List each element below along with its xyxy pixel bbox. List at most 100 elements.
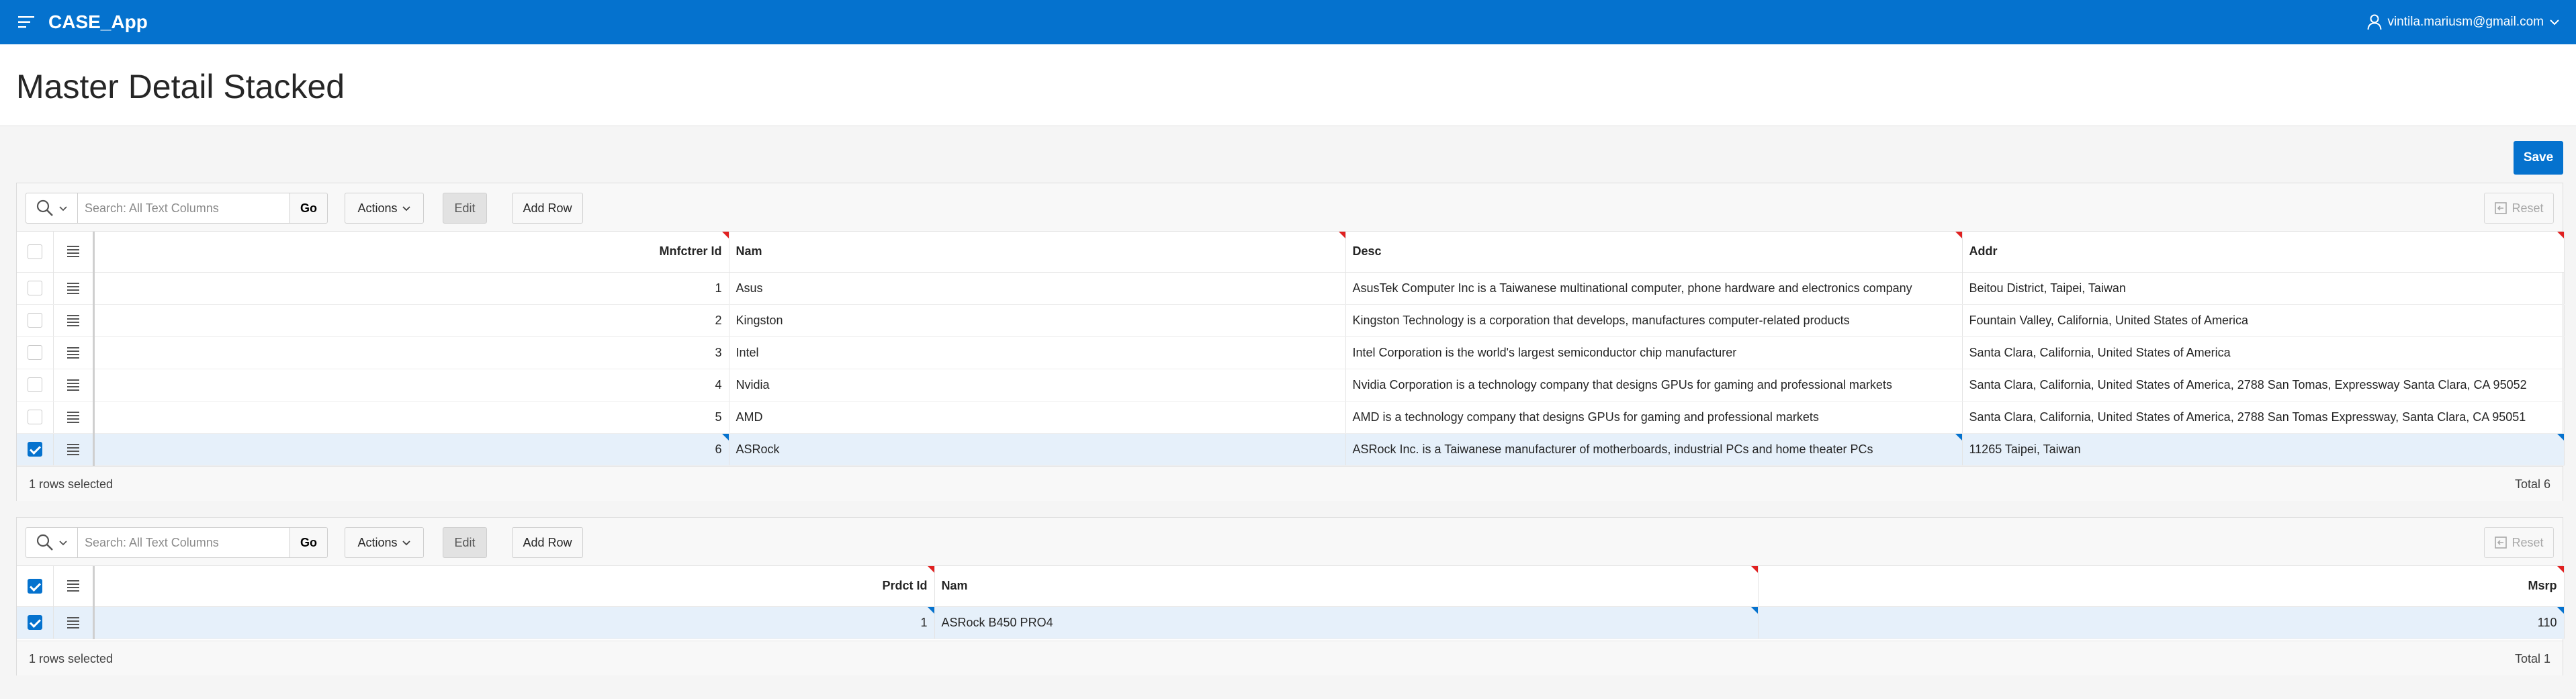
cell-addr[interactable]: 11265 Taipei, Taiwan (1962, 433, 2565, 466)
row-checkbox-checked[interactable] (27, 442, 42, 457)
row-checkbox[interactable] (27, 281, 42, 296)
search-input[interactable] (78, 193, 290, 224)
cell-nam[interactable]: Intel (729, 336, 1346, 369)
column-header[interactable]: Nam (729, 232, 1346, 273)
cell-desc[interactable]: Kingston Technology is a corporation tha… (1345, 304, 1963, 337)
total-count-text: Total 1 (2514, 652, 2550, 665)
cell-addr[interactable]: Santa Clara, California, United States o… (1962, 336, 2565, 369)
actions-button[interactable]: Actions (345, 527, 424, 558)
row-actions-cell (53, 433, 95, 466)
row-actions-menu-icon[interactable] (66, 410, 79, 425)
master-toolbar: Go Actions Edit Add Row Reset (17, 183, 2563, 232)
chevron-down-icon (402, 540, 410, 545)
search-input[interactable] (78, 527, 290, 558)
cell-addr[interactable]: Santa Clara, California, United States o… (1962, 401, 2565, 434)
hamburger-menu-button[interactable] (11, 6, 43, 38)
table-row[interactable]: 1 Asus AsusTek Computer Inc is a Taiwane… (17, 272, 2565, 305)
cell-desc[interactable]: Intel Corporation is the world's largest… (1345, 336, 1963, 369)
cell-id[interactable]: 2 (93, 304, 729, 337)
select-all-checkbox[interactable] (27, 244, 42, 259)
cell-nam[interactable]: Kingston (729, 304, 1346, 337)
total-count-text: Total 6 (2514, 477, 2550, 491)
cell-id[interactable]: 5 (93, 401, 729, 434)
table-row[interactable]: 4 Nvidia Nvidia Corporation is a technol… (17, 369, 2565, 402)
cell-nam[interactable]: Asus (729, 272, 1346, 305)
row-checkbox[interactable] (27, 410, 42, 425)
actions-button[interactable]: Actions (345, 193, 424, 224)
save-button[interactable]: Save (2514, 141, 2563, 175)
user-menu[interactable]: vintila.mariusm@gmail.com (2367, 0, 2560, 44)
cell-addr[interactable]: Santa Clara, California, United States o… (1962, 369, 2565, 402)
app-title[interactable]: CASE_App (48, 11, 148, 33)
row-select-cell (17, 272, 54, 305)
cell-addr[interactable]: Beitou District, Taipei, Taiwan (1962, 272, 2565, 305)
cell-msrp[interactable]: 110 (1758, 606, 2565, 639)
row-actions-menu-icon[interactable] (66, 345, 79, 361)
column-header[interactable]: Mnfctrer Id (93, 232, 729, 273)
chevron-down-icon (402, 205, 410, 211)
edit-button[interactable]: Edit (443, 527, 487, 558)
table-row[interactable]: 3 Intel Intel Corporation is the world's… (17, 336, 2565, 369)
row-actions-cell (53, 336, 95, 369)
row-actions-menu-icon[interactable] (66, 615, 79, 631)
select-all-checkbox-checked[interactable] (27, 578, 42, 594)
column-header[interactable]: Prdct Id (93, 566, 935, 607)
page-title: Master Detail Stacked (16, 68, 345, 105)
row-select-cell (17, 369, 54, 402)
row-checkbox-checked[interactable] (27, 615, 42, 631)
column-header[interactable]: Addr (1962, 232, 2565, 273)
cell-nam[interactable]: ASRock (729, 433, 1346, 466)
user-icon (2367, 14, 2382, 30)
table-row-selected[interactable]: 1 ASRock B450 PRO4 110 (17, 606, 2565, 639)
go-button[interactable]: Go (290, 193, 328, 224)
row-actions-icon (66, 578, 79, 594)
cell-nam[interactable]: ASRock B450 PRO4 (934, 606, 1759, 639)
row-actions-menu-icon[interactable] (66, 313, 79, 328)
row-actions-menu-icon[interactable] (66, 442, 79, 457)
row-checkbox[interactable] (27, 377, 42, 393)
column-header[interactable]: Desc (1345, 232, 1963, 273)
row-actions-cell (53, 272, 95, 305)
cell-id[interactable]: 1 (93, 272, 729, 305)
cell-desc[interactable]: AMD is a technology company that designs… (1345, 401, 1963, 434)
row-actions-menu-icon[interactable] (66, 377, 79, 393)
reset-button[interactable]: Reset (2484, 527, 2554, 558)
cell-id[interactable]: 3 (93, 336, 729, 369)
cell-id[interactable]: 6 (93, 433, 729, 466)
search-column-button[interactable] (26, 527, 78, 558)
cell-desc[interactable]: Nvidia Corporation is a technology compa… (1345, 369, 1963, 402)
chevron-down-icon (59, 205, 67, 211)
detail-toolbar: Go Actions Edit Add Row Reset (17, 518, 2563, 566)
cell-nam[interactable]: AMD (729, 401, 1346, 434)
master-table: Mnfctrer Id Nam Desc Addr 1 Asus AsusTek… (17, 232, 2565, 466)
cell-id[interactable]: 4 (93, 369, 729, 402)
cell-id[interactable]: 1 (93, 606, 935, 639)
column-header[interactable]: Msrp (1758, 566, 2565, 607)
detail-table: Prdct Id Nam Msrp 1 ASRock B450 PRO4 110 (17, 566, 2565, 639)
table-row[interactable]: 5 AMD AMD is a technology company that d… (17, 401, 2565, 434)
master-grid: Go Actions Edit Add Row Reset Mnfctrer I… (16, 183, 2565, 501)
cell-nam[interactable]: Nvidia (729, 369, 1346, 402)
row-select-cell (17, 304, 54, 337)
table-row[interactable]: 2 Kingston Kingston Technology is a corp… (17, 304, 2565, 337)
chevron-down-icon (2550, 19, 2559, 26)
cell-addr[interactable]: Fountain Valley, California, United Stat… (1962, 304, 2565, 337)
reset-button[interactable]: Reset (2484, 193, 2554, 224)
edit-button[interactable]: Edit (443, 193, 487, 224)
row-actions-menu-icon[interactable] (66, 281, 79, 296)
cell-desc[interactable]: AsusTek Computer Inc is a Taiwanese mult… (1345, 272, 1963, 305)
detail-grid: Go Actions Edit Add Row Reset Prdct Id N… (16, 517, 2565, 675)
add-row-button[interactable]: Add Row (512, 527, 583, 558)
go-button[interactable]: Go (290, 527, 328, 558)
reset-icon (2495, 537, 2507, 549)
add-row-button[interactable]: Add Row (512, 193, 583, 224)
table-row-selected[interactable]: 6 ASRock ASRock Inc. is a Taiwanese manu… (17, 433, 2565, 466)
row-actions-cell (53, 304, 95, 337)
row-checkbox[interactable] (27, 313, 42, 328)
cell-desc[interactable]: ASRock Inc. is a Taiwanese manufacturer … (1345, 433, 1963, 466)
select-all-cell (17, 566, 54, 607)
search-column-button[interactable] (26, 193, 78, 224)
reset-label: Reset (2512, 201, 2544, 215)
row-checkbox[interactable] (27, 345, 42, 361)
column-header[interactable]: Nam (934, 566, 1759, 607)
